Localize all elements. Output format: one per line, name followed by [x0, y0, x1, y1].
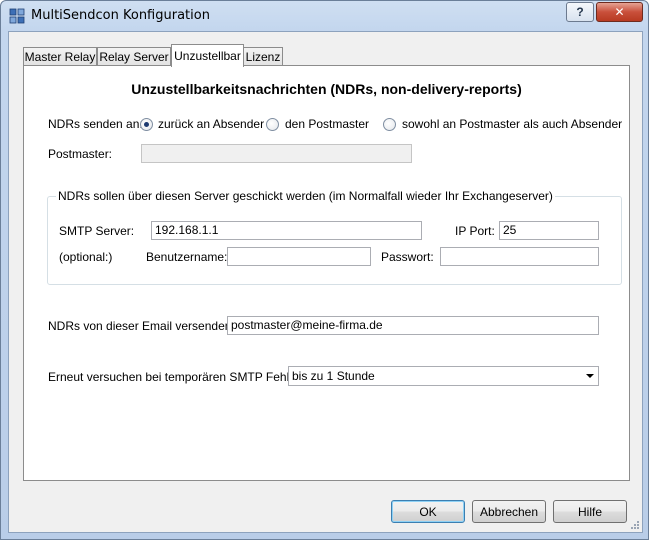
- smtp-group-title: NDRs sollen über diesen Server geschickt…: [56, 189, 555, 203]
- username-field[interactable]: [227, 247, 371, 266]
- from-email-label: NDRs von dieser Email versenden:: [48, 319, 235, 333]
- postmaster-field[interactable]: [141, 144, 412, 163]
- resize-grip-icon[interactable]: [630, 520, 640, 530]
- cancel-button[interactable]: Abbrechen: [472, 500, 546, 523]
- app-icon: [9, 8, 25, 24]
- title-bar[interactable]: MultiSendcon Konfiguration ? ✕: [1, 1, 648, 31]
- smtp-server-field[interactable]: 192.168.1.1: [151, 221, 422, 240]
- password-field[interactable]: [440, 247, 599, 266]
- radio-both[interactable]: [383, 118, 396, 131]
- tab-master-relay[interactable]: Master Relay: [23, 47, 97, 66]
- ip-port-label: IP Port:: [455, 224, 495, 238]
- tab-panel-unzustellbar: Unzustellbarkeitsnachrichten (NDRs, non-…: [23, 65, 630, 481]
- retry-dropdown[interactable]: bis zu 1 Stunde: [288, 366, 599, 386]
- retry-dropdown-value: bis zu 1 Stunde: [292, 369, 375, 383]
- tab-unzustellbar[interactable]: Unzustellbar: [171, 44, 244, 67]
- page-title: Unzustellbarkeitsnachrichten (NDRs, non-…: [131, 81, 522, 97]
- radio-sender-label[interactable]: zurück an Absender: [158, 117, 264, 131]
- radio-postmaster-label[interactable]: den Postmaster: [285, 117, 369, 131]
- smtp-server-group: NDRs sollen über diesen Server geschickt…: [47, 189, 622, 285]
- help-title-button[interactable]: ?: [566, 2, 594, 22]
- password-label: Passwort:: [381, 250, 434, 264]
- retry-label: Erneut versuchen bei temporären SMTP Feh…: [48, 370, 310, 384]
- dialog-window: MultiSendcon Konfiguration ? ✕ Master Re…: [0, 0, 649, 540]
- tab-relay-server[interactable]: Relay Server: [97, 47, 171, 66]
- radio-both-label[interactable]: sowohl an Postmaster als auch Absender: [402, 117, 622, 131]
- from-email-field[interactable]: postmaster@meine-firma.de: [227, 316, 599, 335]
- dialog-client-area: Master Relay Relay Server Unzustellbar L…: [8, 31, 643, 533]
- ok-button[interactable]: OK: [391, 500, 465, 523]
- ndr-send-label: NDRs senden an:: [48, 117, 143, 131]
- postmaster-label: Postmaster:: [48, 147, 113, 161]
- optional-label: (optional:): [59, 250, 113, 264]
- tab-lizenz[interactable]: Lizenz: [243, 47, 283, 66]
- radio-postmaster[interactable]: [266, 118, 279, 131]
- username-label: Benutzername:: [146, 250, 228, 264]
- close-button[interactable]: ✕: [596, 2, 643, 22]
- chevron-down-icon[interactable]: [586, 374, 594, 378]
- ip-port-field[interactable]: 25: [499, 221, 599, 240]
- radio-sender[interactable]: [140, 118, 153, 131]
- smtp-server-label: SMTP Server:: [59, 224, 135, 238]
- help-button[interactable]: Hilfe: [553, 500, 627, 523]
- window-title: MultiSendcon Konfiguration: [31, 8, 210, 23]
